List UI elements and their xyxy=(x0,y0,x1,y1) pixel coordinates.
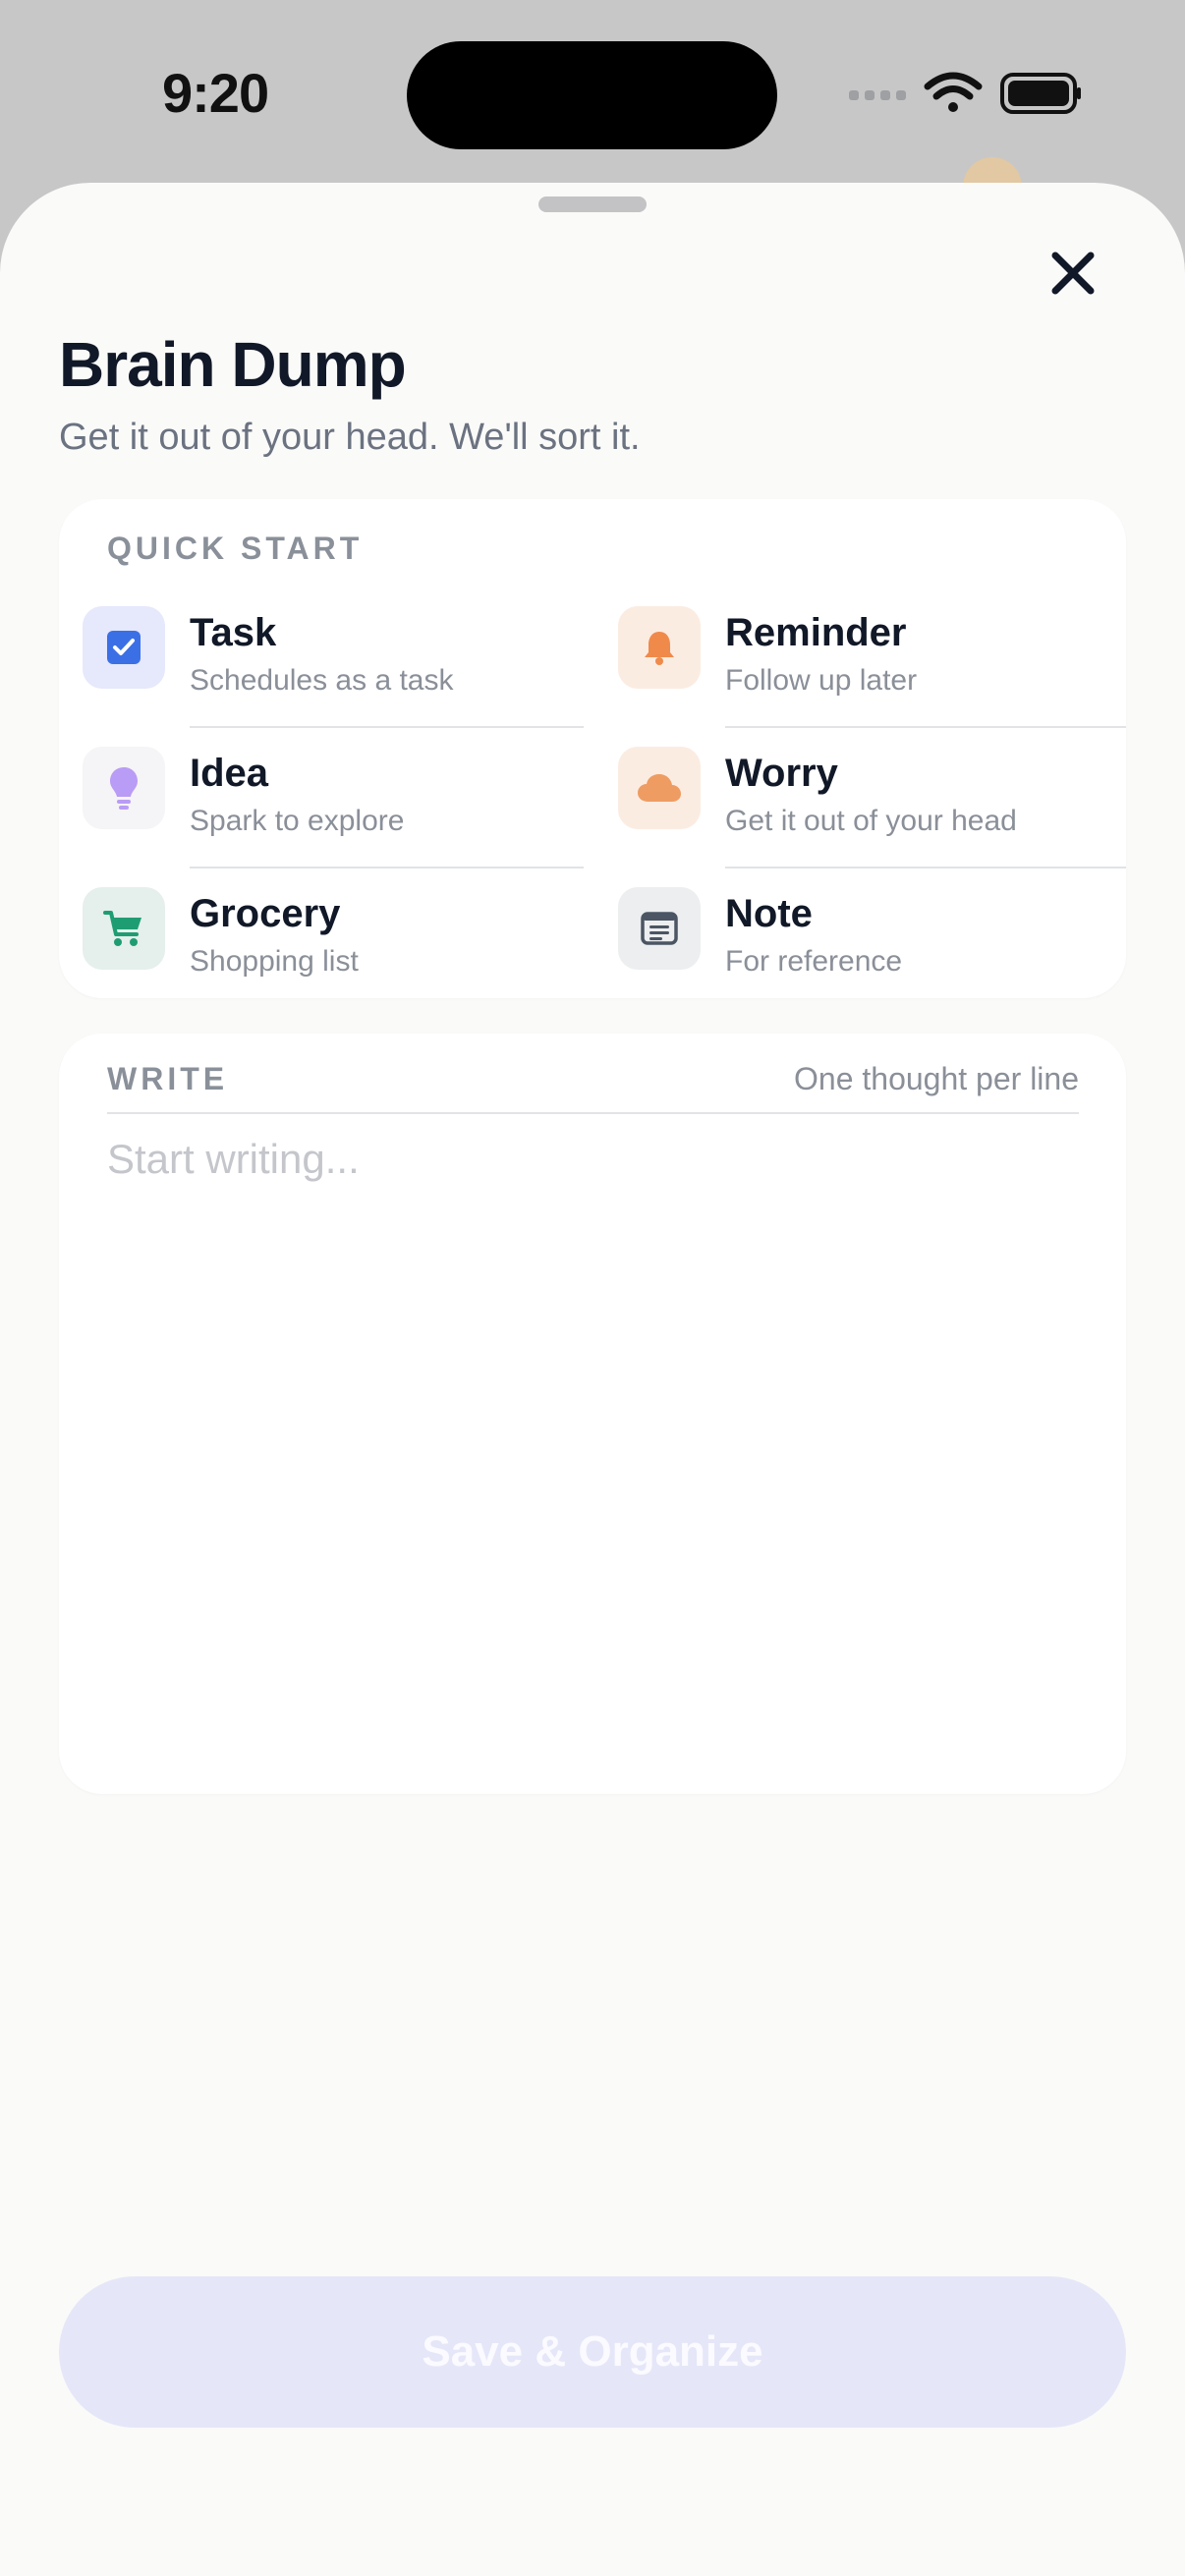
bell-icon xyxy=(645,632,674,665)
status-bar: 9:20 xyxy=(0,0,1185,196)
grocery-icon-box xyxy=(83,887,165,970)
note-icon-box xyxy=(618,887,701,970)
save-organize-button[interactable]: Save & Organize xyxy=(59,2276,1126,2428)
note-subtitle: For reference xyxy=(725,945,903,978)
task-subtitle: Schedules as a task xyxy=(190,664,454,697)
battery-icon xyxy=(1000,73,1081,114)
write-label: WRITE xyxy=(107,1061,229,1096)
worry-subtitle: Get it out of your head xyxy=(725,805,1017,837)
quick-start-label: QUICK START xyxy=(107,531,364,566)
quick-start-idea[interactable]: Idea Spark to explore xyxy=(59,728,584,868)
close-icon[interactable] xyxy=(1042,242,1104,305)
write-divider xyxy=(107,1112,1079,1114)
idea-icon-box xyxy=(83,747,165,829)
page-subtitle: Get it out of your head. We'll sort it. xyxy=(59,417,641,458)
status-icons xyxy=(849,72,1081,114)
quick-start-worry[interactable]: Worry Get it out of your head xyxy=(594,728,1126,868)
quick-start-card: QUICK START Task Schedules as a task Rem xyxy=(59,499,1126,998)
dynamic-island xyxy=(407,41,777,149)
quick-start-task[interactable]: Task Schedules as a task xyxy=(59,588,584,728)
grocery-subtitle: Shopping list xyxy=(190,945,359,978)
brain-dump-sheet: Brain Dump Get it out of your head. We'l… xyxy=(0,183,1185,2576)
cart-icon xyxy=(103,911,141,946)
note-icon xyxy=(641,912,678,945)
worry-title: Worry xyxy=(725,752,838,795)
write-hint: One thought per line xyxy=(794,1061,1079,1096)
reminder-subtitle: Follow up later xyxy=(725,664,918,697)
sheet-grabber[interactable] xyxy=(538,196,647,212)
page-title: Brain Dump xyxy=(59,329,407,400)
reminder-title: Reminder xyxy=(725,611,907,654)
cellular-signal-icon xyxy=(849,90,906,100)
worry-icon-box xyxy=(618,747,701,829)
lightbulb-icon xyxy=(110,767,138,810)
idea-subtitle: Spark to explore xyxy=(190,805,405,837)
checkbox-icon xyxy=(107,631,141,664)
write-card: WRITE One thought per line xyxy=(59,1034,1126,1794)
quick-start-grocery[interactable]: Grocery Shopping list xyxy=(59,868,580,1009)
cloud-icon xyxy=(638,774,681,802)
task-icon-box xyxy=(83,606,165,689)
wifi-icon xyxy=(924,72,983,112)
quick-start-reminder[interactable]: Reminder Follow up later xyxy=(594,588,1126,728)
task-title: Task xyxy=(190,611,277,654)
brain-dump-textarea[interactable] xyxy=(107,1130,1079,1768)
status-time: 9:20 xyxy=(162,62,269,124)
grocery-title: Grocery xyxy=(190,892,341,935)
quick-start-note[interactable]: Note For reference xyxy=(594,868,1126,1009)
reminder-icon-box xyxy=(618,606,701,689)
idea-title: Idea xyxy=(190,752,269,795)
note-title: Note xyxy=(725,892,813,935)
